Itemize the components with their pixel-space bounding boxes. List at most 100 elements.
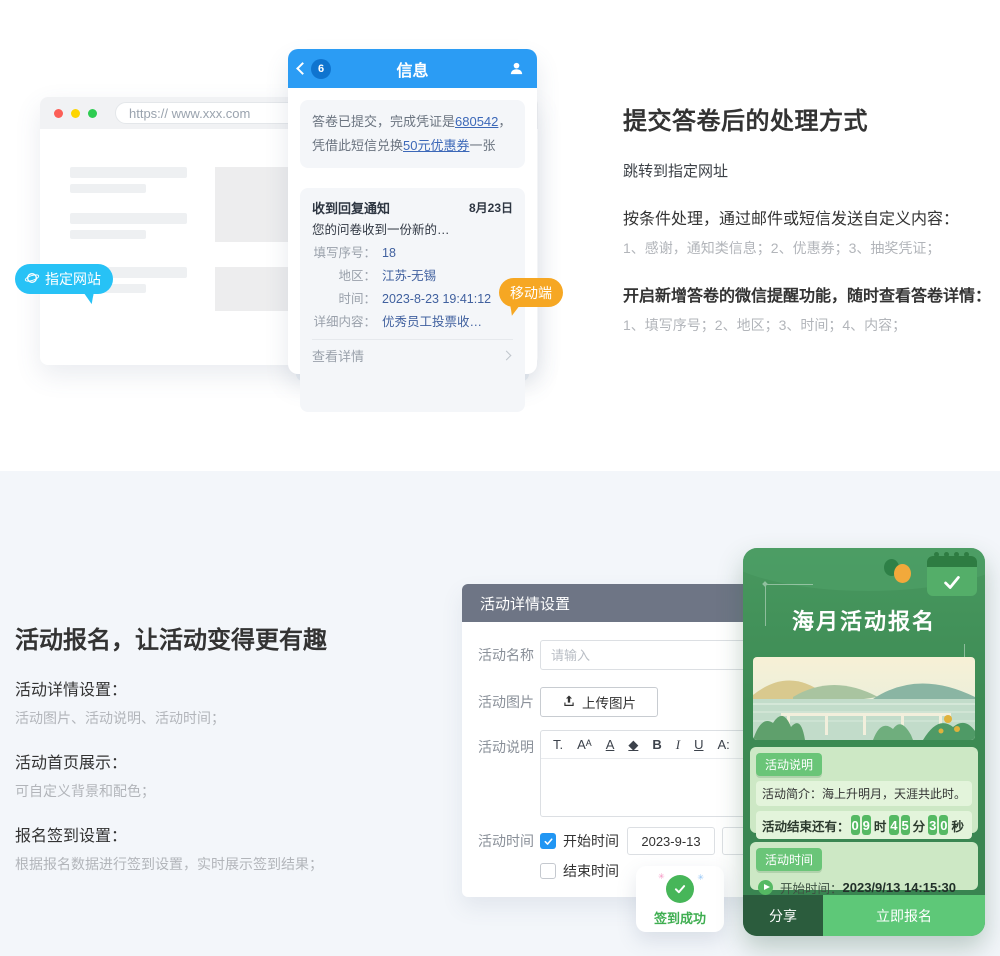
countdown-digit: 5 xyxy=(901,815,910,835)
feature-line: 跳转到指定网址 xyxy=(623,160,995,181)
skeleton-line xyxy=(70,230,146,239)
name-label: 活动名称 xyxy=(478,645,540,665)
feature-group-heading: 活动首页展示： xyxy=(15,749,455,773)
sms-text: 凭借此短信兑换 xyxy=(312,138,403,153)
view-detail-link[interactable]: 查看详情 xyxy=(312,340,513,371)
checkin-success-label: 签到成功 xyxy=(654,908,706,927)
form-header-title: 活动详情设置 xyxy=(480,593,570,614)
sparkle-icon: ✳ xyxy=(697,873,704,882)
countdown-unit: 时 xyxy=(874,816,887,835)
minimize-window-dot[interactable] xyxy=(71,109,80,118)
start-time-checkbox[interactable] xyxy=(540,833,556,849)
feature-subline: 1、感谢，通知类信息；2、优惠券；3、抽奖凭证； xyxy=(623,238,995,258)
chevron-left-icon xyxy=(296,62,309,75)
font-style-button[interactable]: T. xyxy=(553,737,563,752)
close-window-dot[interactable] xyxy=(54,109,63,118)
sms-text: ， xyxy=(498,114,511,129)
form-row-time: 活动时间 开始时间 xyxy=(478,827,784,855)
feature-title: 活动报名，让活动变得更有趣 xyxy=(15,620,455,655)
feature-group-desc: 根据报名数据进行签到设置，实时展示签到结果； xyxy=(15,854,455,874)
end-time-label: 结束时间 xyxy=(563,861,619,881)
notice-date: 8月23日 xyxy=(469,199,513,216)
underline-button[interactable]: U xyxy=(694,737,703,752)
start-time-value: 2023/9/13 14:15:30 xyxy=(843,880,956,895)
image-label: 活动图片 xyxy=(478,692,540,712)
coupon-link[interactable]: 50元优惠券 xyxy=(403,138,469,153)
row-value: 优秀员工投票收… xyxy=(382,311,482,334)
notice-row: 详细内容： 优秀员工投票收… xyxy=(312,311,513,334)
chevron-right-icon xyxy=(502,351,512,361)
mobile-callout-label: 移动端 xyxy=(510,283,552,303)
row-label: 详细内容： xyxy=(312,311,376,334)
skeleton-line xyxy=(70,184,146,193)
end-time-checkbox[interactable] xyxy=(540,863,556,879)
messages-header: 6 信息 xyxy=(288,49,537,88)
back-button[interactable]: 6 xyxy=(298,49,331,88)
start-time-label: 开始时间 xyxy=(563,831,619,851)
countdown-label: 活动结束还有： xyxy=(762,816,850,835)
share-button[interactable]: 分享 xyxy=(743,895,823,936)
url-text: https:// www.xxx.com xyxy=(129,106,250,121)
reply-notice-card: 收到回复通知 8月23日 您的问卷收到一份新的… 填写序号： 18 地区： 江苏… xyxy=(300,188,525,412)
feature-line: 按条件处理，通过邮件或短信发送自定义内容： xyxy=(623,205,995,229)
notice-title: 收到回复通知 xyxy=(312,198,390,217)
balloon-icon xyxy=(894,564,911,583)
messages-title: 信息 xyxy=(396,57,428,81)
mobile-callout-bubble: 移动端 xyxy=(499,278,563,307)
notice-row: 时间： 2023-8-23 19:41:12 xyxy=(312,288,513,311)
form-row-image: 活动图片 上传图片 xyxy=(478,687,658,717)
start-date-input[interactable] xyxy=(627,827,715,855)
row-value: 2023-8-23 19:41:12 xyxy=(382,288,491,311)
messages-panel: 6 信息 答卷已提交，完成凭证是680542， 凭借此短信兑换50元优惠券一张 收… xyxy=(288,49,537,374)
desc-badge: 活动说明 xyxy=(756,753,822,776)
upload-icon xyxy=(562,694,576,711)
letter-spacing-button[interactable]: A: xyxy=(717,737,729,752)
countdown-digit: 0 xyxy=(851,815,860,835)
voucher-code-link[interactable]: 680542 xyxy=(455,114,498,129)
bold-button[interactable]: B xyxy=(652,737,661,752)
font-color-button[interactable]: A xyxy=(606,737,615,752)
countdown-row: 活动结束还有： 0 9 时 4 5 分 3 0 秒 xyxy=(756,811,972,839)
play-icon xyxy=(758,880,773,895)
row-label: 地区： xyxy=(312,265,376,288)
site-callout-label: 指定网站 xyxy=(45,269,101,289)
desc-label: 活动说明 xyxy=(478,737,540,757)
time-badge: 活动时间 xyxy=(756,848,822,871)
activity-intro: 活动简介：海上升明月，天涯共此时。 xyxy=(756,781,972,806)
font-size-button[interactable]: Aᴬ xyxy=(577,737,592,752)
signup-now-button[interactable]: 立即报名 xyxy=(823,895,985,936)
feature-section-submit: 提交答卷后的处理方式 跳转到指定网址 按条件处理，通过邮件或短信发送自定义内容：… xyxy=(623,101,995,335)
person-icon xyxy=(508,64,525,81)
feature-title: 提交答卷后的处理方式 xyxy=(623,101,995,136)
italic-button[interactable]: I xyxy=(676,737,680,753)
feature-section-signup: 活动报名，让活动变得更有趣 活动详情设置： 活动图片、活动说明、活动时间； 活动… xyxy=(15,620,455,874)
row-value: 江苏-无锡 xyxy=(382,265,436,288)
upload-image-button[interactable]: 上传图片 xyxy=(540,687,658,717)
row-label: 时间： xyxy=(312,288,376,311)
sms-text: 一张 xyxy=(469,138,495,153)
skeleton-line xyxy=(70,167,187,178)
phone-action-bar: 分享 立即报名 xyxy=(743,895,985,936)
row-label: 填写序号： xyxy=(312,242,376,265)
activity-phone-preview: 海月活动报名 xyxy=(743,548,985,936)
form-row-endtime: 结束时间 xyxy=(478,861,619,881)
countdown-digit: 9 xyxy=(862,815,871,835)
row-value: 18 xyxy=(382,242,396,265)
time-label: 活动时间 xyxy=(478,831,540,851)
notice-row: 地区： 江苏-无锡 xyxy=(312,265,513,288)
globe-icon xyxy=(24,270,40,289)
notice-summary: 您的问卷收到一份新的… xyxy=(312,219,513,242)
view-detail-label: 查看详情 xyxy=(312,346,364,365)
upload-button-label: 上传图片 xyxy=(582,692,636,712)
countdown-unit: 分 xyxy=(913,816,926,835)
sms-text: 答卷已提交，完成凭证是 xyxy=(312,114,455,129)
countdown-unit: 秒 xyxy=(951,816,964,835)
contact-button[interactable] xyxy=(508,60,525,82)
feature-line: 开启新增答卷的微信提醒功能，随时查看答卷详情： xyxy=(623,282,995,306)
fill-color-button[interactable]: ◆ xyxy=(628,737,638,753)
maximize-window-dot[interactable] xyxy=(88,109,97,118)
success-check-icon xyxy=(666,875,694,903)
countdown-digit: 4 xyxy=(889,815,898,835)
feature-group-desc: 可自定义背景和配色； xyxy=(15,781,455,801)
countdown-digit: 0 xyxy=(939,815,948,835)
